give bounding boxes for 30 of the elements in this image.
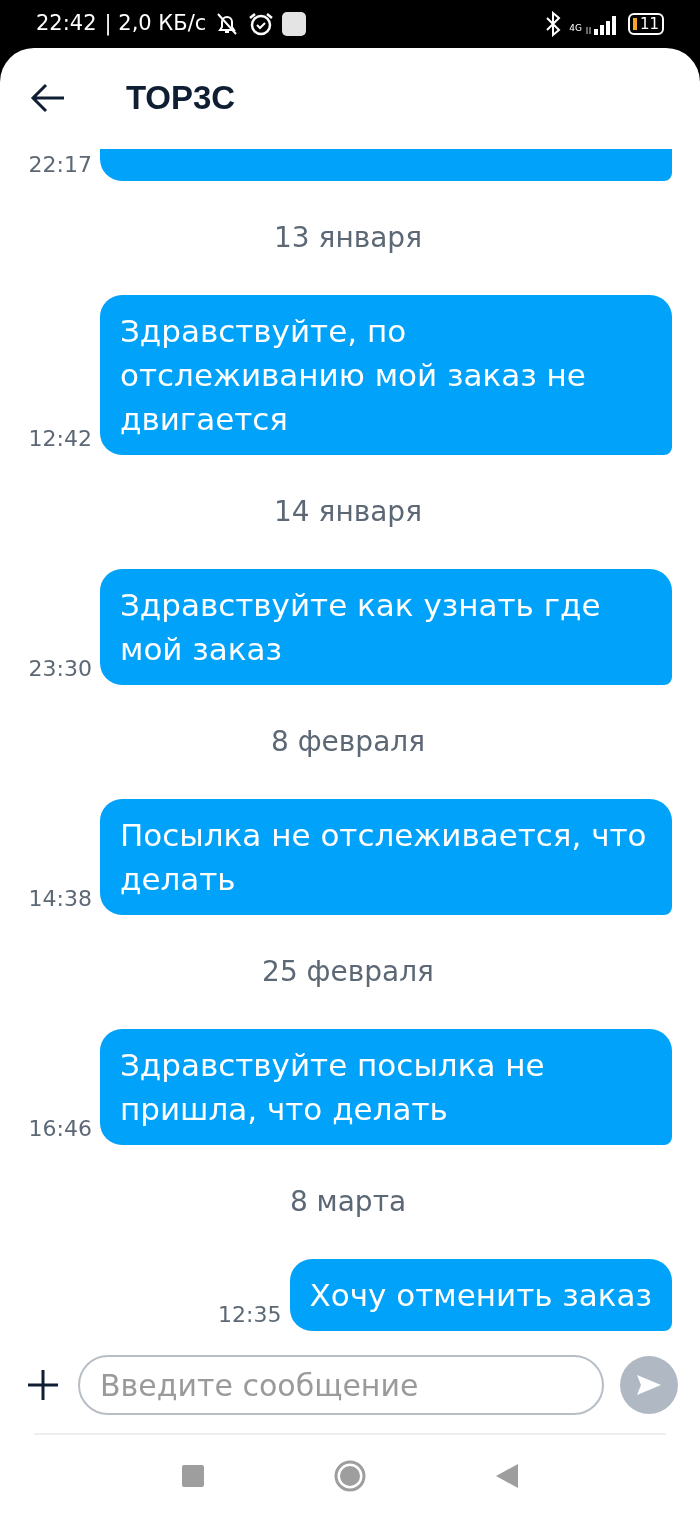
- message-time: 14:38: [28, 884, 92, 913]
- message-bubble: Хочу отменить заказ: [289, 1258, 672, 1331]
- message-bubble: Здравствуйте как узнать где мой заказ: [100, 568, 672, 685]
- message-time: 22:17: [28, 150, 92, 179]
- alarm-clock-icon: [248, 11, 275, 37]
- bluetooth-icon: [545, 11, 562, 37]
- date-separator: 8 февраля: [270, 724, 426, 758]
- back-arrow-icon[interactable]: [30, 81, 66, 114]
- message-time: 12:42: [28, 424, 92, 453]
- date-separator: 25 февраля: [262, 954, 434, 988]
- date-separator: 8 марта: [289, 1184, 407, 1218]
- message-input[interactable]: Введите сообщение: [78, 1355, 604, 1416]
- date-separator: 13 января: [274, 220, 422, 254]
- message-bubble: Посылка не отслеживается, что делать: [100, 798, 672, 915]
- message-time: 12:35: [218, 1300, 282, 1329]
- status-time: 22:42: [36, 10, 97, 38]
- send-icon: [635, 1373, 663, 1398]
- date-separator: 14 января: [274, 494, 422, 528]
- chat-title: ТОР3С: [126, 78, 236, 119]
- notification-square-icon: [282, 12, 307, 36]
- battery-indicator: 11: [627, 13, 664, 35]
- message-bubble: Здравствуйте посылка не пришла, что делать: [100, 1028, 672, 1145]
- recents-button[interactable]: [182, 1465, 204, 1488]
- back-button[interactable]: [496, 1464, 518, 1489]
- message-time: 16:46: [28, 1114, 92, 1143]
- network-speed: | 2,0 КБ/с: [104, 10, 207, 38]
- message-time: 23:30: [28, 654, 92, 683]
- message-bubble: Здравствуйте, по отслеживанию мой заказ не двигается: [100, 294, 672, 455]
- network-type: 4G: [569, 21, 582, 35]
- home-button[interactable]: [334, 1460, 366, 1493]
